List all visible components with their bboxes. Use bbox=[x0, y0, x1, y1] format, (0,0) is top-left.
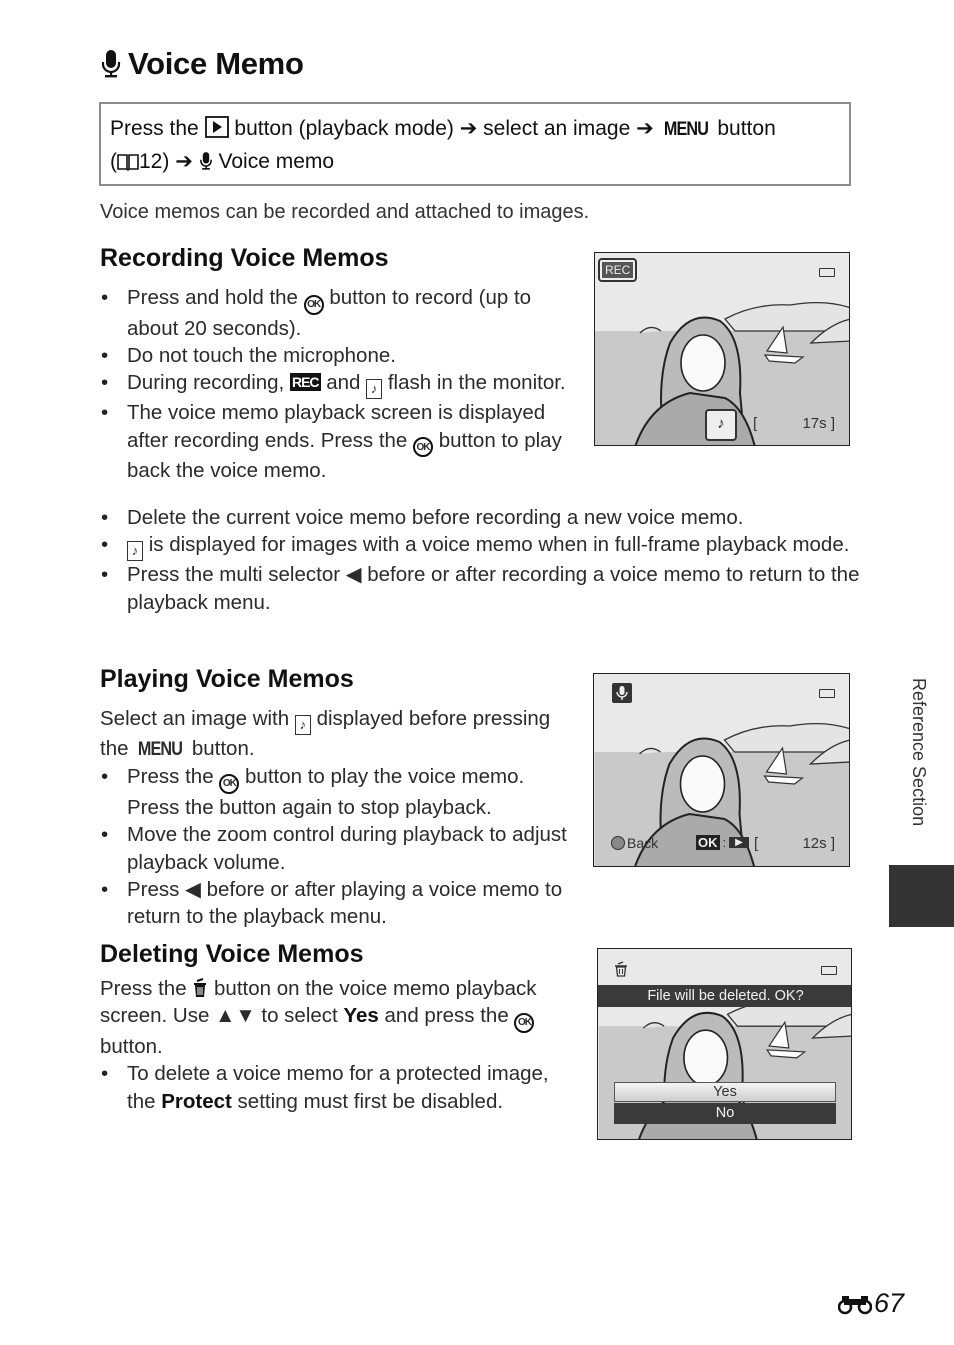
list-item: Press the multi selector ◀ before or aft… bbox=[100, 561, 860, 616]
nav-text: ( bbox=[110, 150, 117, 173]
nav-text: button (playback mode) bbox=[234, 117, 454, 140]
screen-header bbox=[598, 949, 851, 985]
bracket-open: [ bbox=[753, 415, 758, 432]
list-item: ♪ is displayed for images with a voice m… bbox=[100, 531, 860, 562]
nav-text: Voice memo bbox=[218, 150, 335, 173]
playing-section: Playing Voice Memos Select an image with… bbox=[100, 665, 570, 930]
battery-icon bbox=[819, 268, 835, 277]
section-side-label: Reference Section bbox=[909, 678, 929, 827]
back-hint: Back bbox=[611, 835, 658, 851]
voice-memo-icon: ♪ bbox=[127, 541, 143, 562]
ok-play-hint: OK : ▶ bbox=[696, 835, 749, 850]
voice-memo-icon: ♪ bbox=[294, 715, 311, 735]
playing-bullets: Press the OK button to play the voice me… bbox=[100, 763, 570, 930]
battery-icon bbox=[821, 966, 837, 975]
multi-selector-icon bbox=[611, 836, 625, 850]
intro-text: Voice memos can be recorded and attached… bbox=[100, 201, 590, 223]
list-item: Do not touch the microphone. bbox=[100, 342, 570, 370]
voice-memo-icon: ♪ bbox=[705, 409, 737, 441]
left-arrow-icon: ◀ bbox=[345, 563, 362, 587]
yes-option[interactable]: Yes bbox=[614, 1082, 836, 1102]
page-title-text: Voice Memo bbox=[128, 46, 304, 81]
arrow-icon: ➔ bbox=[175, 150, 193, 173]
page-reference[interactable]: 12) bbox=[139, 150, 169, 173]
delete-screen-illustration: File will be deleted. OK? Yes No bbox=[597, 948, 852, 1140]
yes-keyword: Yes bbox=[343, 1004, 379, 1028]
page-number-text: 67 bbox=[874, 1288, 905, 1318]
trash-icon bbox=[194, 978, 207, 997]
list-item: The voice memo playback screen is displa… bbox=[100, 399, 570, 484]
menu-button-label: MENU bbox=[663, 119, 708, 140]
battery-icon bbox=[819, 689, 835, 698]
voice-memo-icon: ♪ bbox=[366, 379, 383, 400]
up-down-arrows-icon: ▲▼ bbox=[215, 1004, 256, 1028]
delete-confirm-prompt: File will be deleted. OK? bbox=[598, 985, 851, 1007]
arrow-icon: ➔ bbox=[459, 117, 478, 140]
rec-label: REC bbox=[602, 262, 634, 278]
ok-button-icon: OK bbox=[303, 294, 324, 315]
trash-icon bbox=[615, 961, 627, 977]
section-heading: Recording Voice Memos bbox=[100, 244, 389, 272]
deleting-bullets: To delete a voice memo for a protected i… bbox=[100, 1060, 570, 1115]
rec-icon: REC bbox=[289, 373, 321, 392]
deleting-section: Deleting Voice Memos Press the button on… bbox=[100, 940, 570, 1115]
list-item: Press ◀ before or after playing a voice … bbox=[100, 876, 570, 931]
section-tab[interactable] bbox=[889, 865, 954, 927]
recording-bullets: Press and hold the OK button to record (… bbox=[100, 284, 570, 484]
recording-time: 17s ] bbox=[802, 415, 835, 432]
back-label: Back bbox=[627, 835, 659, 851]
ok-button-icon: OK bbox=[413, 437, 434, 458]
recording-bullets-wide: Delete the current voice memo before rec… bbox=[100, 504, 860, 616]
ok-label: OK bbox=[696, 835, 720, 850]
nav-text: select an image bbox=[483, 117, 631, 140]
menu-button-label: MENU bbox=[138, 739, 183, 760]
page-title: Voice Memo bbox=[100, 46, 304, 82]
list-item: During recording, REC and ♪ flash in the… bbox=[100, 369, 570, 400]
deleting-intro: Press the button on the voice memo playb… bbox=[100, 977, 537, 1058]
bracket-open: [ bbox=[754, 835, 759, 852]
no-option[interactable]: No bbox=[614, 1103, 836, 1124]
nav-text: button bbox=[717, 117, 776, 140]
ok-button-icon: OK bbox=[514, 1012, 535, 1033]
list-item: Move the zoom control during playback to… bbox=[100, 821, 570, 876]
protect-keyword: Protect bbox=[161, 1089, 232, 1113]
nav-text: Press the bbox=[110, 117, 199, 140]
arrow-icon: ➔ bbox=[636, 117, 654, 140]
microphone-icon bbox=[101, 50, 121, 78]
list-item: Delete the current voice memo before rec… bbox=[100, 504, 860, 532]
section-heading: Deleting Voice Memos bbox=[100, 940, 364, 968]
book-icon bbox=[117, 154, 139, 171]
playback-button-icon bbox=[204, 116, 229, 138]
section-heading: Playing Voice Memos bbox=[100, 665, 354, 693]
menu-path-box: Press the button (playback mode) ➔ selec… bbox=[99, 102, 851, 186]
list-item: To delete a voice memo for a protected i… bbox=[100, 1060, 570, 1115]
binoculars-icon bbox=[838, 1295, 872, 1314]
playback-screen-illustration: Back OK : ▶ [ 12s ] bbox=[593, 673, 850, 867]
recording-section: Recording Voice Memos Press and hold the… bbox=[100, 244, 570, 484]
playback-time: 12s ] bbox=[802, 835, 835, 852]
playing-intro: Select an image with ♪ displayed before … bbox=[100, 705, 570, 763]
list-item: Press and hold the OK button to record (… bbox=[100, 284, 570, 342]
ok-button-icon: OK bbox=[219, 773, 240, 794]
page-number: 67 bbox=[838, 1288, 904, 1319]
play-icon: ▶ bbox=[729, 837, 749, 848]
list-item: Press the OK button to play the voice me… bbox=[100, 763, 570, 821]
microphone-icon bbox=[612, 683, 632, 703]
left-arrow-icon: ◀ bbox=[185, 877, 201, 901]
recording-screen-illustration: REC ♪ [ 17s ] bbox=[594, 252, 850, 446]
microphone-icon bbox=[199, 152, 212, 170]
rec-indicator: REC bbox=[598, 258, 638, 282]
